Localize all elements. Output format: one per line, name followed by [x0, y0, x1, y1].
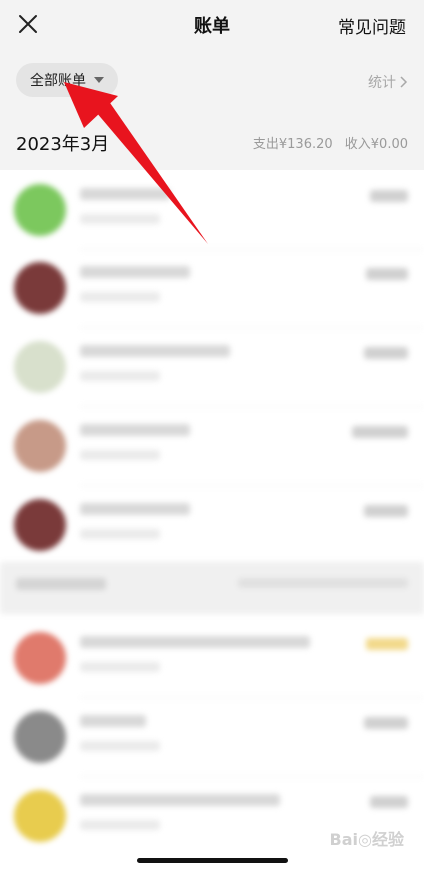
list-item-title — [80, 266, 190, 278]
list-item[interactable] — [0, 327, 424, 407]
avatar — [14, 341, 66, 393]
caret-down-icon — [94, 77, 104, 83]
list-item-amount — [366, 638, 408, 650]
list-item[interactable] — [0, 170, 424, 250]
list-item-amount — [370, 190, 408, 202]
bill-filter-label: 全部账单 — [30, 73, 86, 89]
income-total: 收入¥0.00 — [344, 137, 408, 152]
list-item-amount — [364, 347, 408, 359]
list-item[interactable] — [0, 697, 424, 777]
list-item-subtitle — [80, 292, 160, 302]
list-item-amount — [352, 426, 408, 438]
list-item-title — [80, 715, 146, 727]
home-indicator — [137, 858, 288, 863]
list-item[interactable] — [0, 248, 424, 328]
chevron-right-icon — [400, 76, 408, 88]
list-item-amount — [366, 268, 408, 280]
list-item-title — [80, 503, 190, 515]
list-item-title — [80, 794, 280, 806]
avatar — [14, 711, 66, 763]
transaction-list — [0, 170, 424, 873]
list-item[interactable] — [0, 485, 424, 565]
month-selector[interactable]: 2023年3月 — [16, 130, 109, 156]
avatar — [14, 790, 66, 842]
list-item-subtitle — [80, 450, 160, 460]
expense-total: 支出¥136.20 — [252, 137, 333, 152]
list-item-amount — [370, 796, 408, 808]
list-item-subtitle — [80, 371, 160, 381]
list-item-subtitle — [80, 529, 160, 539]
month-totals: 支出¥136.20 收入¥0.00 — [245, 133, 408, 152]
top-nav-bar: 账单 常见问题 — [0, 0, 424, 50]
list-item-subtitle — [80, 214, 160, 224]
list-item[interactable] — [0, 618, 424, 698]
month-summary-bar: 2023年3月 支出¥136.20 收入¥0.00 — [0, 110, 424, 170]
list-item-amount — [364, 505, 408, 517]
list-item-title — [80, 345, 230, 357]
list-item-amount — [364, 717, 408, 729]
stats-link[interactable]: 统计 — [368, 72, 408, 92]
list-item[interactable] — [0, 406, 424, 486]
list-item-subtitle — [80, 820, 160, 830]
avatar — [14, 499, 66, 551]
section-summary — [238, 578, 408, 588]
list-item-title — [80, 636, 310, 648]
faq-link[interactable]: 常见问题 — [338, 13, 406, 38]
list-item-title — [80, 424, 190, 436]
watermark-logo: Bai◎经验 — [329, 830, 404, 849]
list-item-title — [80, 188, 170, 200]
section-header — [0, 562, 424, 614]
list-item-subtitle — [80, 662, 160, 672]
bill-filter-dropdown[interactable]: 全部账单 — [16, 63, 118, 97]
avatar — [14, 632, 66, 684]
avatar — [14, 262, 66, 314]
list-item-subtitle — [80, 741, 160, 751]
filter-bar: 全部账单 统计 — [0, 50, 424, 110]
stats-label: 统计 — [368, 75, 396, 91]
avatar — [14, 420, 66, 472]
avatar — [14, 184, 66, 236]
section-title — [16, 578, 106, 590]
